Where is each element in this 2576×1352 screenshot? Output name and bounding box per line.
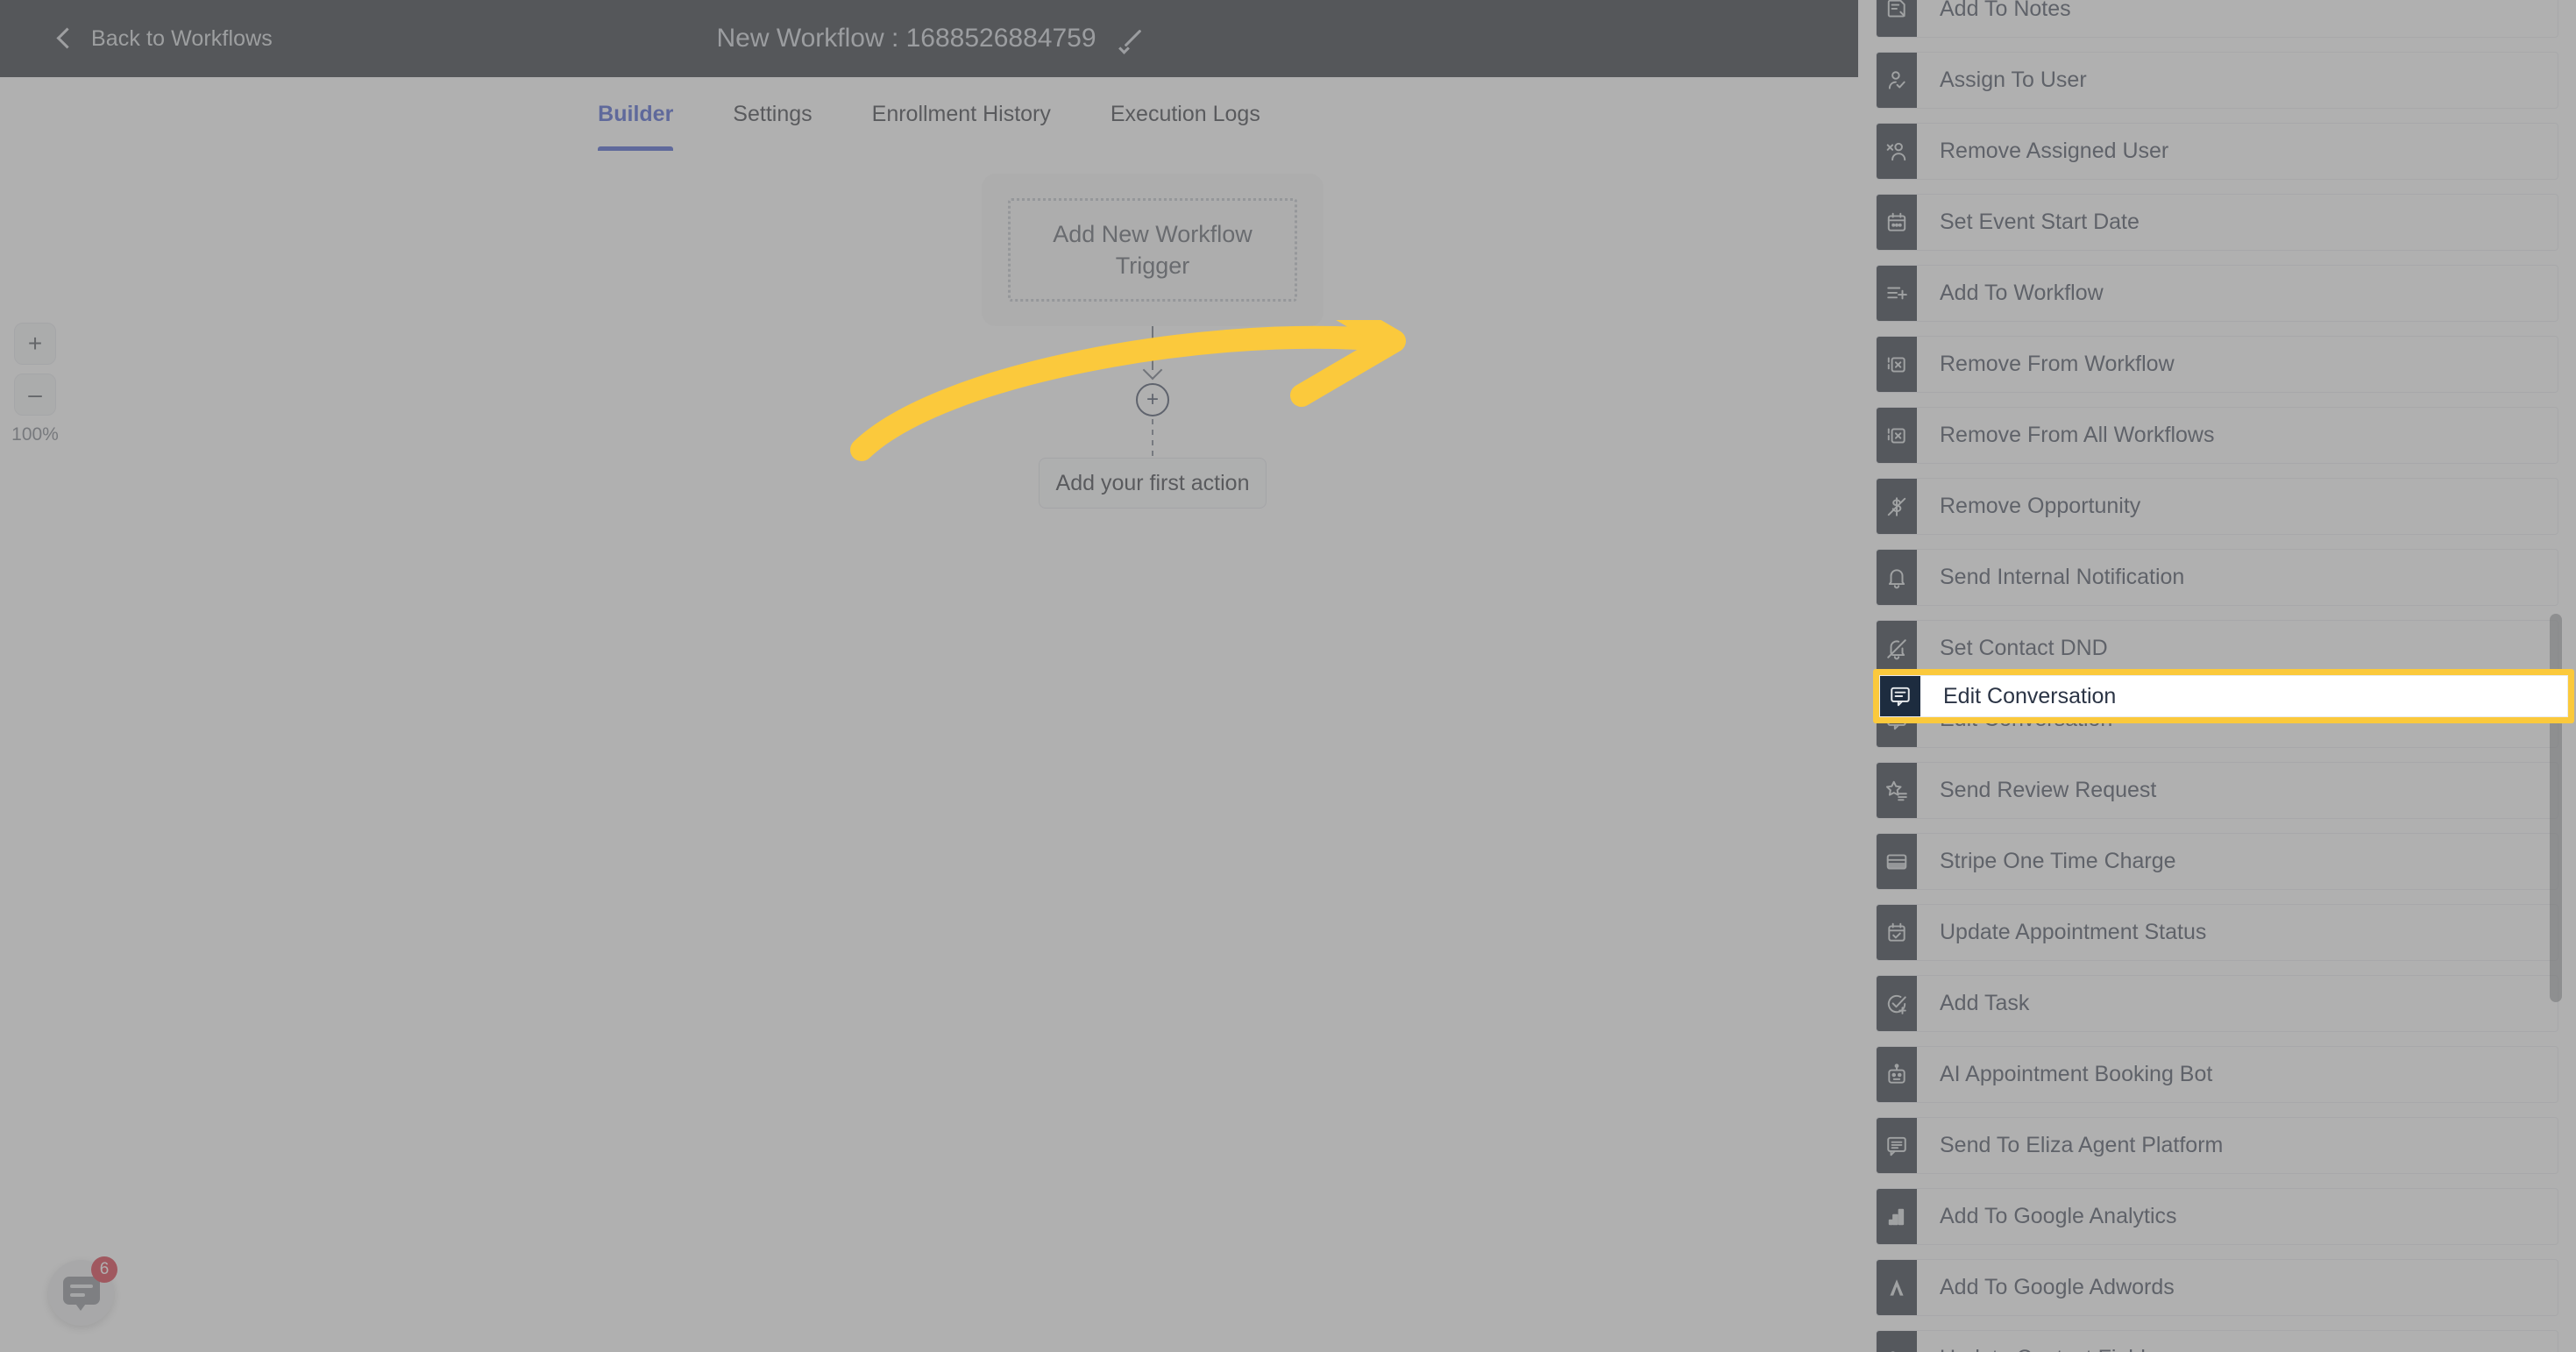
contact-field-icon xyxy=(1877,1331,1917,1352)
chat-unread-badge: 6 xyxy=(91,1256,117,1283)
calendar-icon xyxy=(1877,195,1917,250)
action-list-item-label: Remove Assigned User xyxy=(1940,139,2169,163)
chat-bubble-icon xyxy=(62,1276,100,1311)
add-first-action-label: Add your first action xyxy=(1055,470,1250,495)
action-list-item-label: Remove From Workflow xyxy=(1940,352,2175,376)
note-edit-icon xyxy=(1877,0,1917,37)
action-list-item[interactable]: Send Review Request xyxy=(1876,762,2558,819)
zoom-in-button[interactable]: + xyxy=(14,323,56,365)
flow-dashed-line xyxy=(1152,419,1153,458)
tab-builder[interactable]: Builder xyxy=(568,77,703,151)
pencil-icon[interactable] xyxy=(1119,27,1142,50)
action-list-item-label: Send To Eliza Agent Platform xyxy=(1940,1133,2224,1157)
bar-steps-icon xyxy=(1877,1189,1917,1244)
action-list-item[interactable]: Remove From Workflow xyxy=(1876,336,2558,393)
action-list-item-label: Stripe One Time Charge xyxy=(1940,849,2176,873)
action-list-item[interactable]: Stripe One Time Charge xyxy=(1876,833,2558,890)
app-topbar: Back to Workflows New Workflow : 1688526… xyxy=(0,0,1858,77)
action-list-item[interactable]: Add To Google Analytics xyxy=(1876,1188,2558,1245)
tab-execution-logs[interactable]: Execution Logs xyxy=(1081,77,1290,151)
plus-circle-icon: + xyxy=(1136,383,1169,416)
action-list-item-label: Remove From All Workflows xyxy=(1940,423,2215,447)
calendar-check-icon xyxy=(1877,905,1917,960)
action-list-item-label: Set Event Start Date xyxy=(1940,210,2140,234)
action-list-item[interactable]: Add To Google Adwords xyxy=(1876,1259,2558,1316)
action-list-item-label: Add To Google Adwords xyxy=(1940,1275,2175,1299)
bell-icon xyxy=(1877,550,1917,605)
robot-icon xyxy=(1877,1047,1917,1102)
user-check-icon xyxy=(1877,53,1917,108)
action-list-item[interactable]: Add Task xyxy=(1876,975,2558,1032)
action-list-item-label: Assign To User xyxy=(1940,68,2087,92)
list-remove-icon xyxy=(1877,337,1917,392)
action-list-item[interactable]: Add To Notes xyxy=(1876,0,2558,38)
action-item-label: Edit Conversation xyxy=(1943,683,2117,708)
chat-lines-icon xyxy=(1877,1118,1917,1173)
add-workflow-trigger-card[interactable]: Add New Workflow Trigger xyxy=(982,174,1323,326)
action-list-item[interactable]: Assign To User xyxy=(1876,52,2558,109)
task-add-icon xyxy=(1877,976,1917,1031)
add-workflow-trigger-label: Add New Workflow Trigger xyxy=(1008,198,1297,302)
workflow-title-group: New Workflow : 1688526884759 xyxy=(0,0,1858,77)
action-list-item[interactable]: Send Internal Notification xyxy=(1876,549,2558,606)
tab-settings-label: Settings xyxy=(733,101,813,126)
action-list-item-label: Add To Notes xyxy=(1940,0,2071,21)
flow-connector-arrow xyxy=(982,326,1323,381)
action-list-item-label: Update Contact Field xyxy=(1917,1331,2146,1352)
tab-settings[interactable]: Settings xyxy=(703,77,841,151)
chat-support-button[interactable]: 6 xyxy=(48,1256,117,1326)
workflow-canvas[interactable]: + – 100% Add New Workflow Trigger + Add … xyxy=(0,151,1858,1352)
user-remove-icon xyxy=(1877,124,1917,179)
credit-card-icon xyxy=(1877,834,1917,889)
zoom-controls: + – 100% xyxy=(11,323,74,445)
action-list-item[interactable]: Update Contact Field xyxy=(1876,1330,2558,1352)
action-list-item-label: Send Review Request xyxy=(1940,778,2157,802)
action-list-item-label: Add To Google Analytics xyxy=(1940,1204,2177,1228)
add-first-action-button[interactable]: Add your first action xyxy=(1039,458,1267,509)
add-node-button[interactable]: + xyxy=(982,381,1323,419)
tab-enrollment-history[interactable]: Enrollment History xyxy=(842,77,1081,151)
action-list-item[interactable]: Remove From All Workflows xyxy=(1876,407,2558,464)
conversation-edit-icon xyxy=(1880,676,1920,716)
action-list-item-label: Remove Opportunity xyxy=(1940,494,2141,518)
action-list-item-label: Add Task xyxy=(1940,991,2030,1015)
action-list-item[interactable]: Update Appointment Status xyxy=(1876,904,2558,961)
action-list-item-label: Add To Workflow xyxy=(1940,281,2104,305)
action-list-item[interactable]: Send To Eliza Agent Platform xyxy=(1876,1117,2558,1174)
tab-builder-label: Builder xyxy=(598,101,674,126)
action-list-item[interactable]: AI Appointment Booking Bot xyxy=(1876,1046,2558,1103)
action-list-item[interactable]: Remove Assigned User xyxy=(1876,123,2558,180)
action-list-item-label: Update Appointment Status xyxy=(1940,920,2207,944)
adwords-icon xyxy=(1877,1260,1917,1315)
zoom-out-button[interactable]: – xyxy=(14,374,56,416)
action-list-item[interactable]: Add To Workflow xyxy=(1876,265,2558,322)
list-remove-icon xyxy=(1877,408,1917,463)
tab-bar: Builder Settings Enrollment History Exec… xyxy=(0,77,1858,152)
action-list-item-label: AI Appointment Booking Bot xyxy=(1940,1062,2213,1086)
star-list-icon xyxy=(1877,763,1917,818)
tab-enrollment-history-label: Enrollment History xyxy=(871,101,1051,126)
action-item-edit-conversation[interactable]: Edit Conversation xyxy=(1879,675,2568,717)
action-list-item[interactable]: Set Event Start Date xyxy=(1876,194,2558,251)
action-list-item[interactable]: Remove Opportunity xyxy=(1876,478,2558,535)
chevron-left-icon xyxy=(54,29,74,48)
back-to-workflows-button[interactable]: Back to Workflows xyxy=(54,0,273,77)
zoom-level-label: 100% xyxy=(11,424,59,445)
list-plus-icon xyxy=(1877,266,1917,321)
workflow-flow: Add New Workflow Trigger + Add your firs… xyxy=(982,174,1323,509)
tab-execution-logs-label: Execution Logs xyxy=(1110,101,1260,126)
bell-off-icon xyxy=(1877,621,1917,676)
page-title: New Workflow : 1688526884759 xyxy=(716,24,1096,53)
back-to-workflows-label: Back to Workflows xyxy=(91,25,273,51)
action-list-item-label: Set Contact DND xyxy=(1940,636,2108,660)
action-list-item-label: Send Internal Notification xyxy=(1940,565,2185,589)
dollar-slash-icon xyxy=(1877,479,1917,534)
